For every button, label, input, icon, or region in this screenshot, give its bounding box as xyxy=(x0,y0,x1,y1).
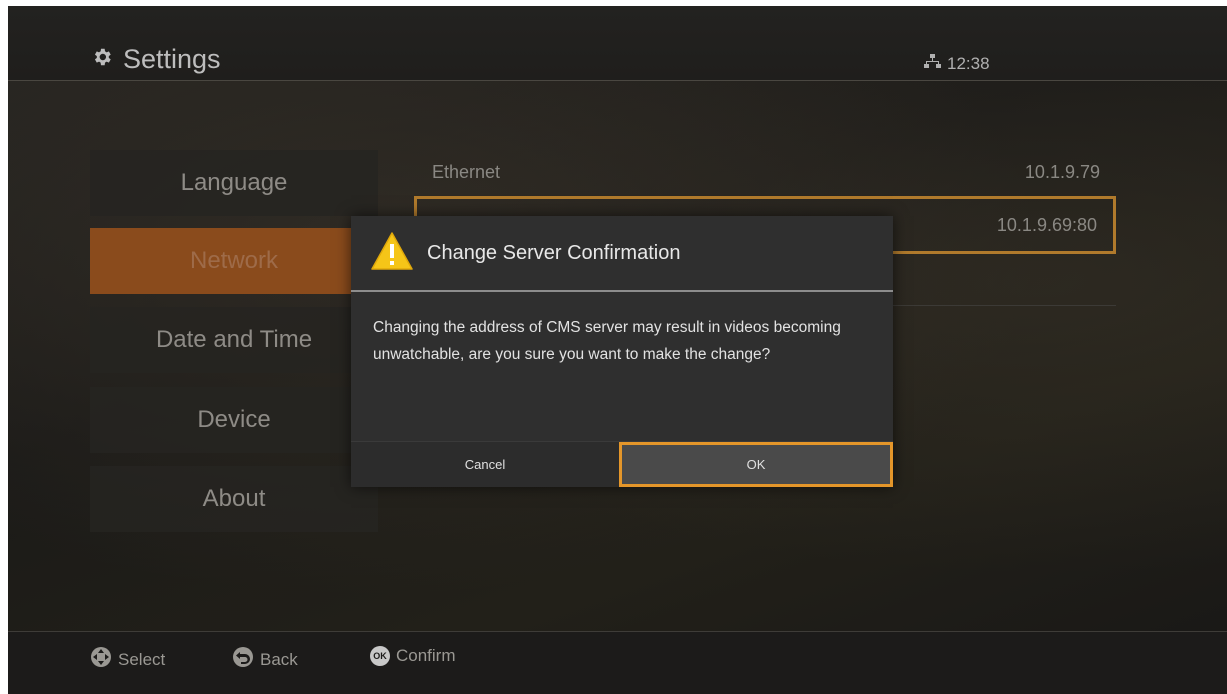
warning-icon xyxy=(371,231,413,275)
hint-confirm: OK Confirm xyxy=(370,646,456,666)
gear-icon xyxy=(91,44,113,75)
header: Settings 12:38 xyxy=(8,6,1227,81)
network-icon xyxy=(924,54,941,74)
menu-item-language[interactable]: Language xyxy=(90,150,378,216)
hint-confirm-label: Confirm xyxy=(396,646,456,665)
hint-back-label: Back xyxy=(260,649,298,669)
ok-button[interactable]: OK xyxy=(619,442,893,487)
ok-icon: OK xyxy=(370,646,390,666)
network-row-value: 10.1.9.79 xyxy=(1024,161,1100,182)
settings-screen: Settings 12:38 Language Network Date and… xyxy=(8,6,1227,694)
back-icon xyxy=(232,646,254,673)
menu-item-network[interactable]: Network xyxy=(90,228,378,294)
hint-back: Back xyxy=(232,646,298,673)
footer-hints: Select Back OK Confirm xyxy=(8,631,1227,694)
network-row-label: Ethernet xyxy=(432,161,501,182)
cancel-button[interactable]: Cancel xyxy=(351,442,619,487)
network-row-value: 10.1.9.69:80 xyxy=(996,214,1097,235)
dialog-message: Changing the address of CMS server may r… xyxy=(373,319,841,363)
menu-item-device[interactable]: Device xyxy=(90,387,378,453)
page-title: Settings xyxy=(91,44,221,75)
hint-select-label: Select xyxy=(118,649,166,669)
network-row-ethernet[interactable]: Ethernet 10.1.9.79 xyxy=(414,146,1116,198)
menu-item-date-and-time[interactable]: Date and Time xyxy=(90,307,378,373)
dialog-buttons: Cancel OK xyxy=(351,441,893,487)
confirmation-dialog: Change Server Confirmation Changing the … xyxy=(351,216,893,487)
dialog-title: Change Server Confirmation xyxy=(427,241,681,264)
status-clock: 12:38 xyxy=(924,54,990,74)
menu-item-about[interactable]: About xyxy=(90,466,378,532)
hint-select: Select xyxy=(90,646,165,673)
clock-time: 12:38 xyxy=(947,54,990,73)
page-title-text: Settings xyxy=(123,44,221,74)
dialog-header: Change Server Confirmation xyxy=(351,216,893,292)
dpad-icon xyxy=(90,646,112,673)
